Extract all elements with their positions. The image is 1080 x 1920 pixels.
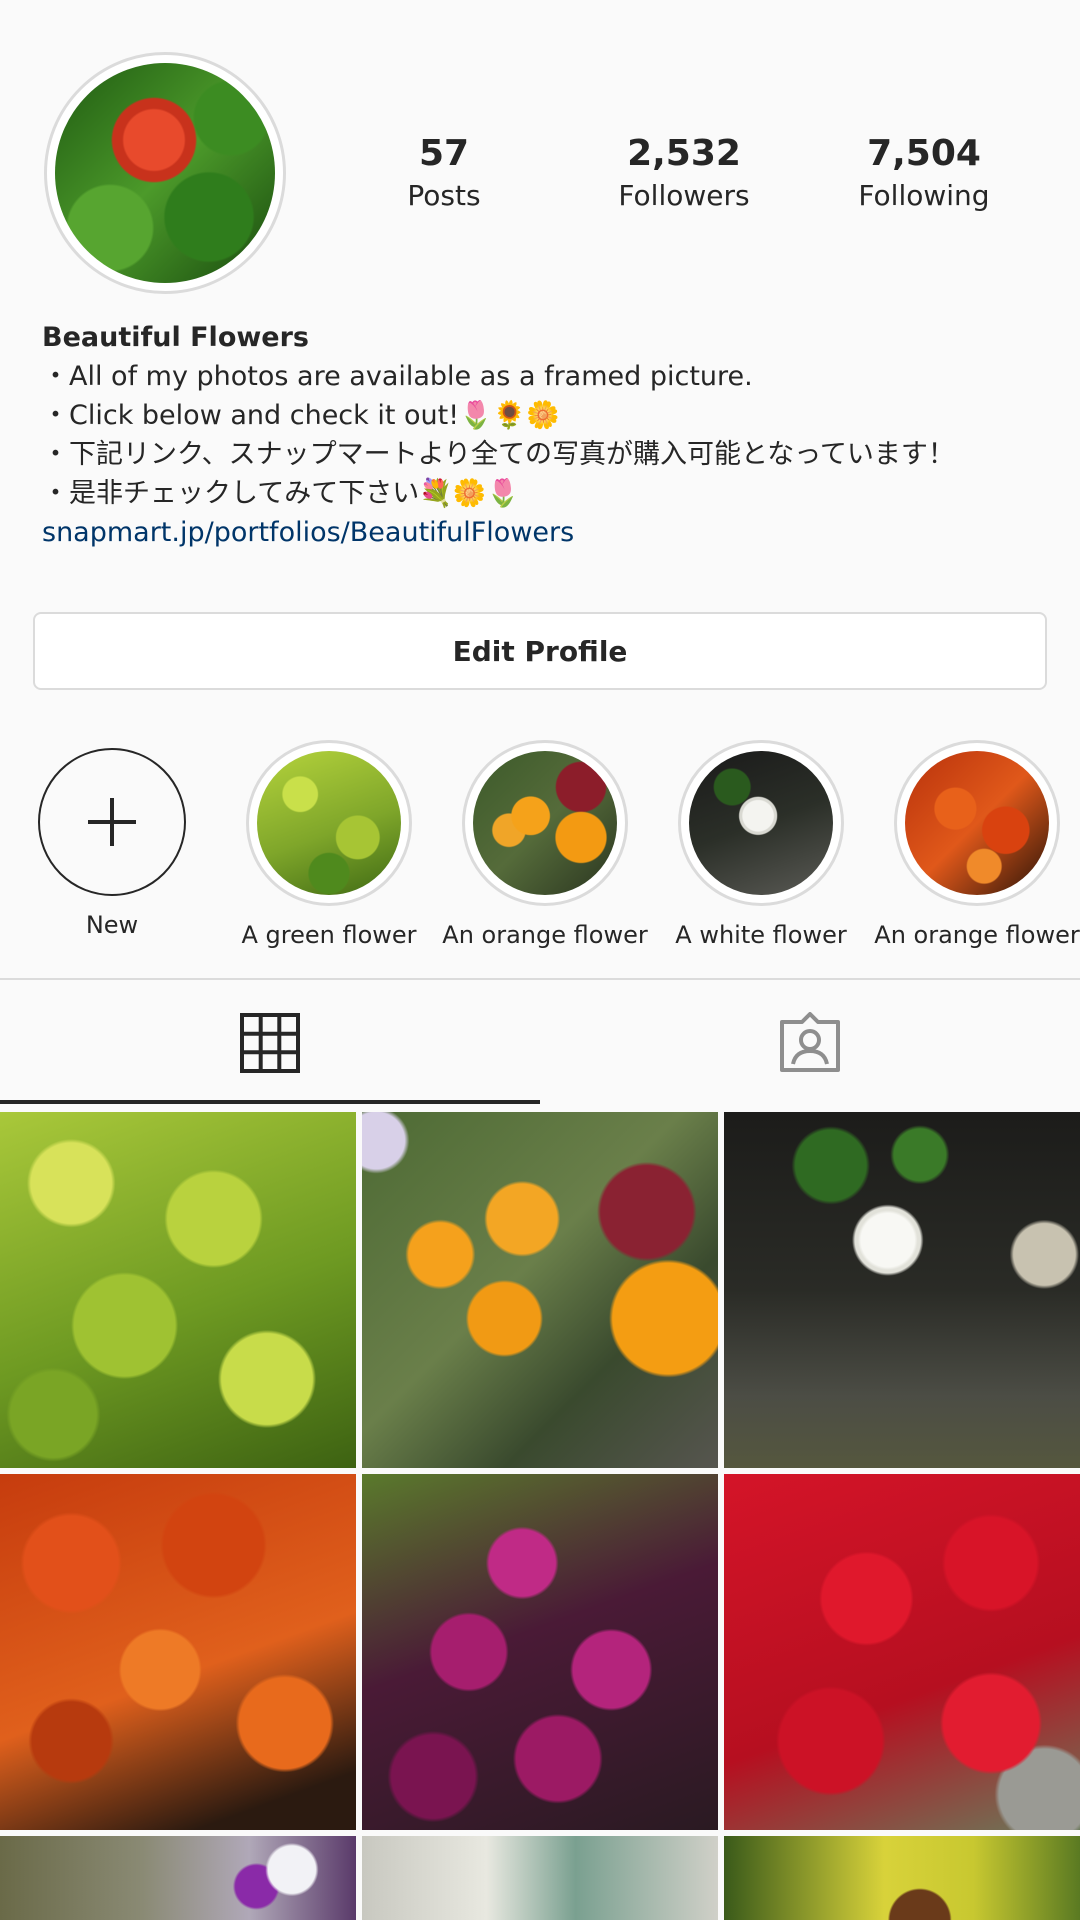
profile-avatar[interactable] [44, 52, 286, 294]
grid-photo[interactable] [724, 1112, 1080, 1468]
bio-line: ・Click below and check it out!🌷🌻🌼 [42, 400, 560, 431]
highlight-label: A green flower [241, 921, 417, 949]
grid-photo[interactable] [0, 1474, 356, 1830]
highlight-image [473, 751, 617, 895]
highlight-label: An orange flower [874, 921, 1080, 949]
bio-line: ・下記リンク、スナップマートより全ての写真が購入可能となっています！ [42, 439, 955, 470]
highlight-ring [678, 740, 844, 906]
tab-tagged[interactable] [540, 980, 1080, 1106]
following-label: Following [858, 179, 990, 212]
followers-count: 2,532 [627, 133, 741, 174]
tab-active-indicator [0, 1100, 540, 1104]
posts-label: Posts [407, 179, 481, 212]
profile-header: 57 Posts 2,532 Followers 7,504 Following [0, 0, 1080, 300]
highlight-ring [894, 740, 1060, 906]
edit-profile-button[interactable]: Edit Profile [33, 612, 1047, 690]
tab-grid[interactable] [0, 980, 540, 1106]
tagged-icon [780, 1012, 840, 1072]
highlight-ring [462, 740, 628, 906]
highlight-ring [246, 740, 412, 906]
grid-photo[interactable] [362, 1836, 718, 1920]
highlight-white-flower[interactable]: A white flower [653, 740, 869, 952]
bio-line: ・是非チェックしてみて下さい💐🌼🌷 [42, 478, 521, 509]
grid-photo[interactable] [724, 1836, 1080, 1920]
highlight-image [905, 751, 1049, 895]
highlight-new[interactable]: New [4, 740, 220, 942]
avatar-image [55, 63, 275, 283]
posts-stat[interactable]: 57 Posts [344, 132, 544, 216]
grid-icon [240, 1013, 300, 1073]
following-count: 7,504 [867, 133, 981, 174]
highlight-image [689, 751, 833, 895]
grid-photo[interactable] [0, 1836, 356, 1920]
posts-count: 57 [418, 133, 470, 174]
profile-link[interactable]: snapmart.jp/portfolios/BeautifulFlowers [42, 513, 1052, 552]
profile-name: Beautiful Flowers [42, 322, 310, 353]
highlight-label: New [85, 911, 139, 939]
profile-bio: Beautiful Flowers ・All of my photos are … [42, 318, 1052, 552]
grid-photo[interactable] [362, 1474, 718, 1830]
grid-photo[interactable] [0, 1112, 356, 1468]
highlight-label: An orange flower [442, 921, 648, 949]
highlight-label: A white flower [675, 921, 847, 949]
followers-stat[interactable]: 2,532 Followers [584, 132, 784, 216]
highlight-orange-flower-2[interactable]: An orange flower [869, 740, 1080, 952]
plus-icon [38, 748, 186, 896]
highlight-orange-flower[interactable]: An orange flower [437, 740, 653, 952]
following-stat[interactable]: 7,504 Following [824, 132, 1024, 216]
followers-label: Followers [618, 179, 750, 212]
grid-photo[interactable] [724, 1474, 1080, 1830]
bio-line: ・All of my photos are available as a fra… [42, 361, 753, 392]
highlight-green-flower[interactable]: A green flower [221, 740, 437, 952]
highlight-image [257, 751, 401, 895]
grid-photo[interactable] [362, 1112, 718, 1468]
